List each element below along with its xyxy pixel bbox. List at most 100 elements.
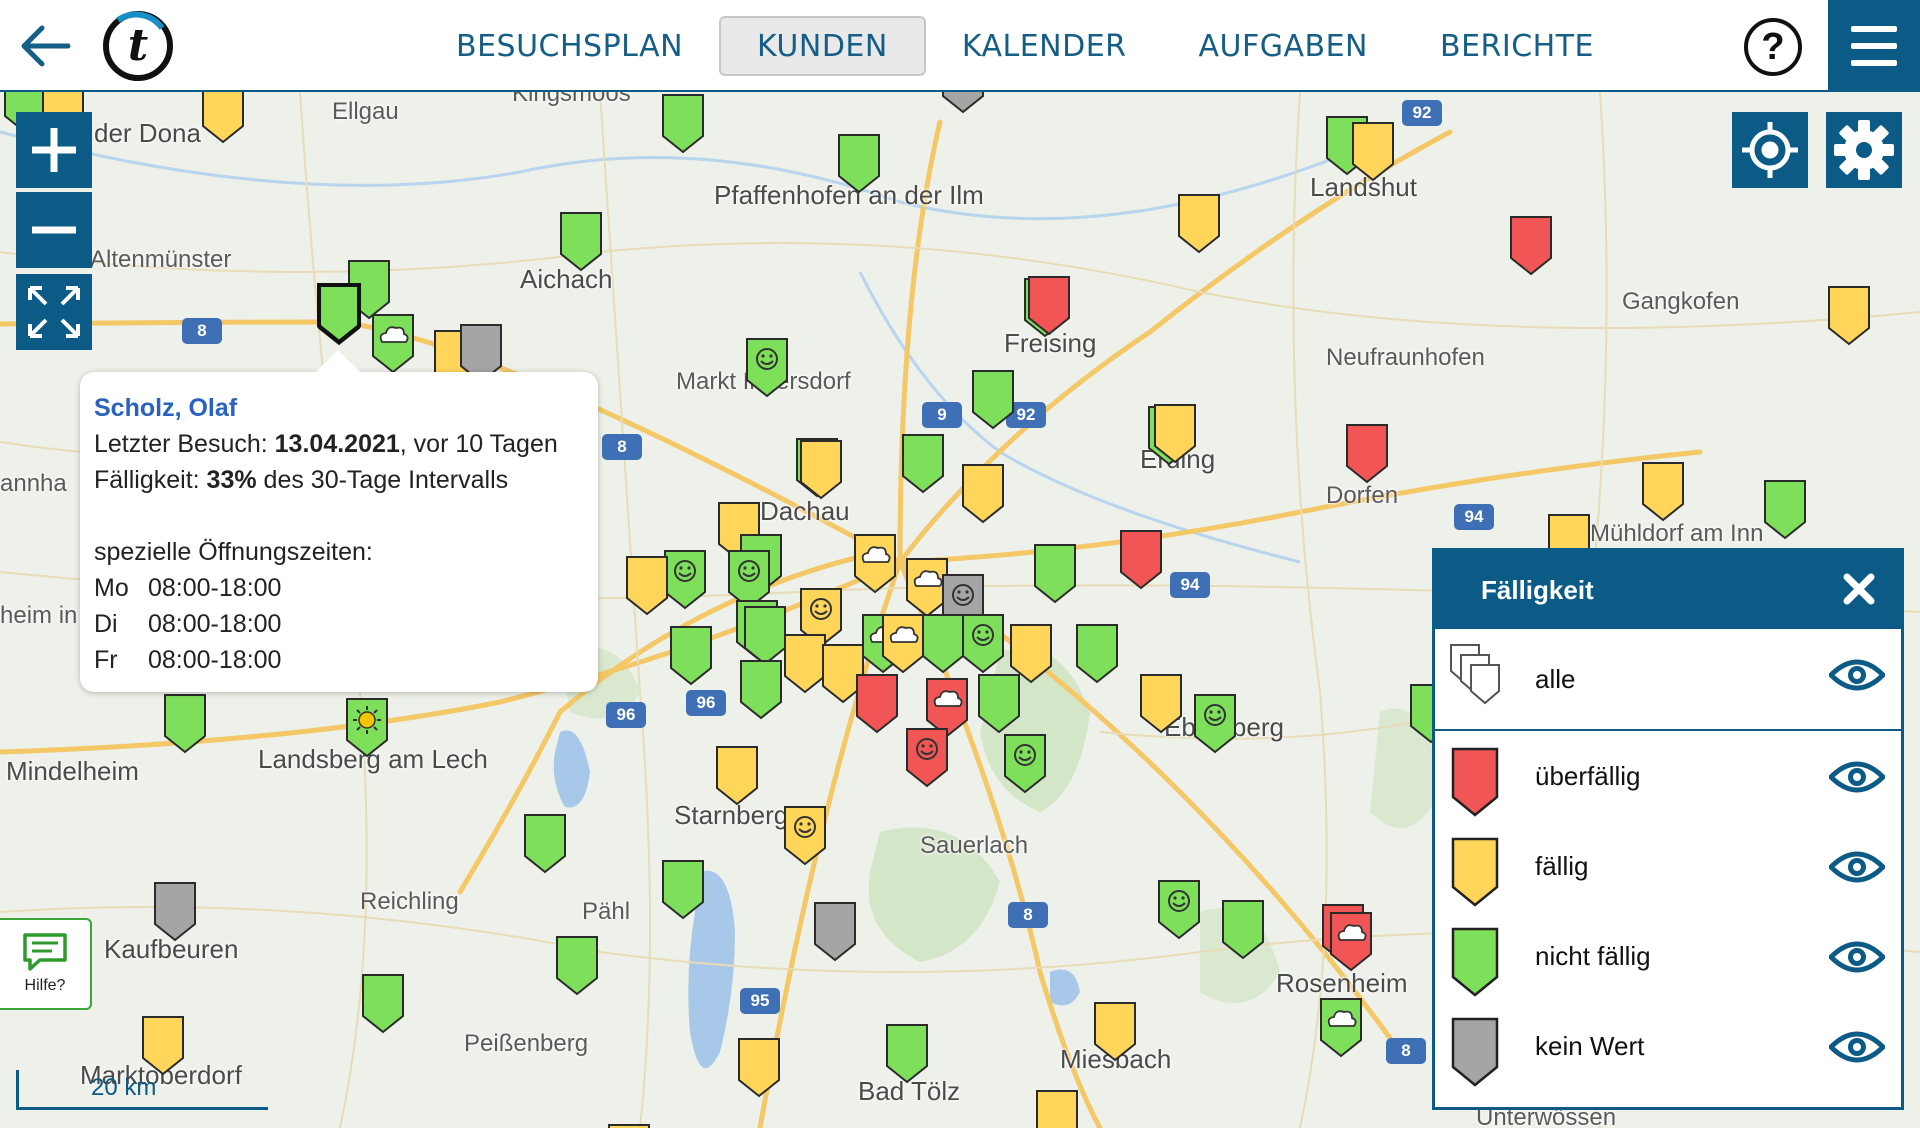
legend-item-no-value[interactable]: kein Wert [1435,1001,1901,1091]
customer-map-marker[interactable] [1152,402,1198,464]
legend-item-all[interactable]: alle [1435,629,1901,729]
customer-map-marker[interactable] [1034,1088,1080,1128]
close-icon[interactable] [1839,569,1879,609]
customer-map-marker[interactable] [140,1014,186,1076]
customer-map-marker[interactable] [900,432,946,494]
visibility-eye-icon[interactable] [1829,849,1885,885]
road-shield: 95 [740,988,780,1014]
tab-kunden[interactable]: KUNDEN [719,16,926,76]
help-button-label: Hilfe? [24,977,66,994]
customer-map-marker[interactable] [812,900,858,962]
main-tabs: BESUCHSPLAN KUNDEN KALENDER AUFGABEN BER… [420,16,1630,76]
map-view[interactable]: Kingsmoos Ellgau der Dona Pfaffenhofen a… [0,92,1920,1128]
customer-map-marker[interactable] [1762,478,1808,540]
customer-map-marker[interactable] [1192,692,1238,754]
customer-map-marker[interactable] [976,672,1022,734]
customer-map-marker[interactable] [1328,910,1374,972]
customer-map-marker[interactable] [798,438,844,500]
back-arrow-icon[interactable] [16,18,76,74]
scale-label: 20 km [91,1074,157,1101]
customer-map-marker[interactable] [836,132,882,194]
customer-map-marker[interactable] [1156,878,1202,940]
visibility-eye-icon[interactable] [1829,657,1885,693]
logo-letter: t [128,20,148,71]
customer-map-marker[interactable] [1074,622,1120,684]
customer-map-marker[interactable] [738,658,784,720]
customer-map-marker[interactable] [960,612,1006,674]
due-percent: 33% [206,466,257,494]
customer-map-marker[interactable] [970,368,1016,430]
zoom-in-icon[interactable] [16,112,92,188]
customer-map-marker[interactable] [344,696,390,758]
customer-map-marker[interactable] [660,858,706,920]
legend-label: fällig [1535,850,1589,881]
customer-map-marker[interactable] [1508,214,1554,276]
customer-map-marker[interactable] [1138,672,1184,734]
tab-kalender[interactable]: KALENDER [926,16,1163,76]
customer-map-marker[interactable] [200,92,246,144]
chat-bubble-icon [23,933,67,971]
road-shield: 9 [922,402,962,428]
customer-map-marker[interactable] [884,1022,930,1084]
customer-map-marker[interactable] [744,336,790,398]
hours-time: 08:00-18:00 [148,646,282,674]
customer-map-marker[interactable] [782,804,828,866]
customer-map-marker[interactable] [1826,284,1872,346]
customer-map-marker[interactable] [714,744,760,806]
customer-map-marker[interactable] [854,672,900,734]
customer-map-marker[interactable] [1344,422,1390,484]
locate-me-icon[interactable] [1732,112,1808,188]
help-chat-button[interactable]: Hilfe? [0,918,92,1010]
customer-map-marker[interactable] [1092,1000,1138,1062]
customer-map-marker[interactable] [1176,192,1222,254]
hamburger-menu-icon[interactable] [1828,0,1920,92]
customer-map-marker[interactable] [668,624,714,686]
customer-name-link[interactable]: Scholz, Olaf [94,390,584,426]
customer-map-marker[interactable] [558,210,604,272]
legend-item-not-due[interactable]: nicht fällig [1435,911,1901,1001]
customer-map-marker[interactable] [960,462,1006,524]
visibility-eye-icon[interactable] [1829,1029,1885,1065]
customer-map-marker[interactable] [522,812,568,874]
customer-map-marker[interactable] [1002,732,1048,794]
zoom-out-icon[interactable] [16,192,92,268]
legend-label: kein Wert [1535,1030,1645,1061]
legend-label: überfällig [1535,760,1641,791]
map-scale-bar: 20 km [16,1070,268,1110]
legend-item-overdue[interactable]: überfällig [1435,731,1901,821]
customer-map-marker[interactable] [852,532,898,594]
customer-map-marker[interactable] [360,972,406,1034]
visibility-eye-icon[interactable] [1829,939,1885,975]
customer-map-marker[interactable] [660,92,706,154]
hours-time: 08:00-18:00 [148,574,282,602]
place-label: Dorfen [1326,482,1399,509]
customer-map-marker[interactable] [1026,274,1072,336]
visibility-eye-icon[interactable] [1829,759,1885,795]
customer-map-marker[interactable] [1032,542,1078,604]
legend-item-due[interactable]: fällig [1435,821,1901,911]
fit-bounds-icon[interactable] [16,274,92,350]
settings-gear-icon[interactable] [1826,112,1902,188]
customer-map-marker[interactable] [736,1036,782,1098]
tab-besuchsplan[interactable]: BESUCHSPLAN [420,16,719,76]
customer-map-marker[interactable] [370,312,416,374]
road-shield: 96 [606,702,646,728]
customer-map-marker[interactable] [940,92,986,114]
customer-map-marker[interactable] [1318,996,1364,1058]
tab-aufgaben[interactable]: AUFGABEN [1163,16,1404,76]
customer-map-marker[interactable] [1640,460,1686,522]
tab-berichte[interactable]: BERICHTE [1404,16,1630,76]
customer-map-marker[interactable] [152,880,198,942]
green-marker-icon [1451,927,1499,997]
customer-map-marker[interactable] [1118,528,1164,590]
customer-map-marker[interactable] [1220,898,1266,960]
place-label: Neufraunhofen [1326,344,1485,371]
customer-map-marker[interactable] [554,934,600,996]
customer-map-marker[interactable] [624,554,670,616]
customer-map-marker[interactable] [904,726,950,788]
customer-map-marker[interactable] [162,692,208,754]
customer-map-marker[interactable] [606,1122,652,1128]
help-icon[interactable]: ? [1744,18,1802,76]
customer-map-marker[interactable] [1350,120,1396,182]
selected-customer-marker[interactable] [316,282,362,344]
